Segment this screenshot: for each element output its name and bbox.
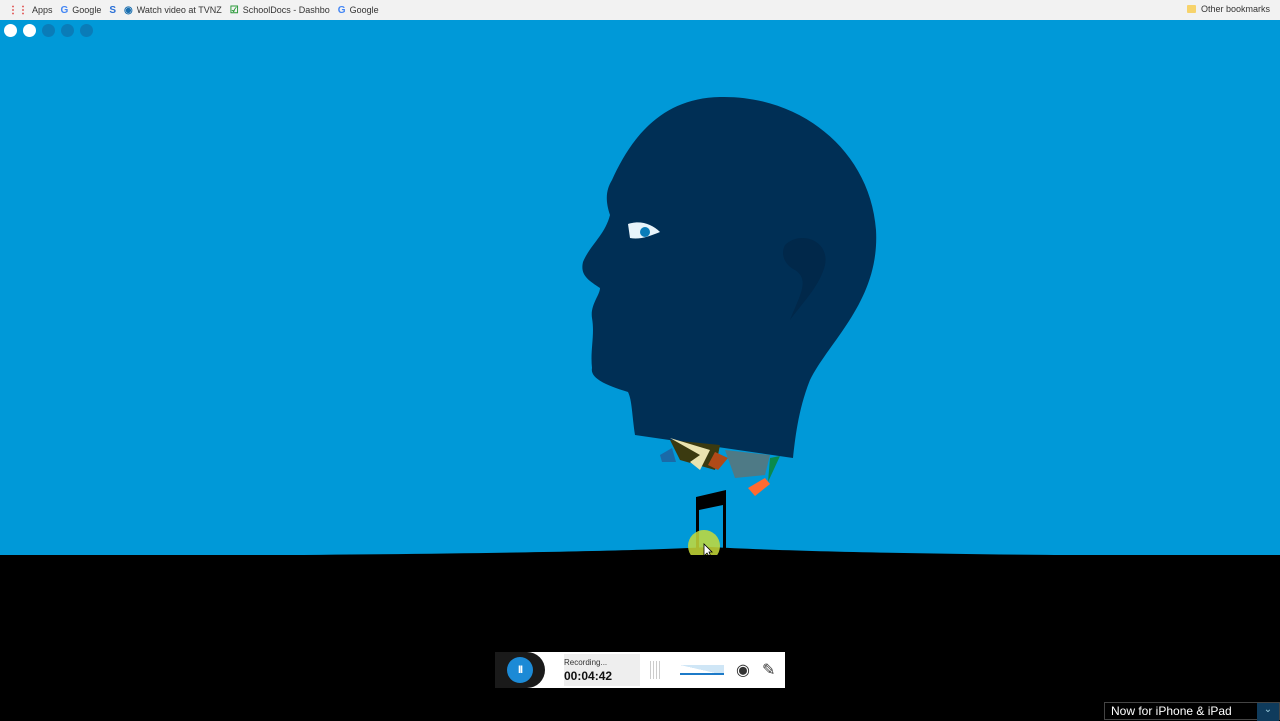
webcam-icon[interactable]: ◉ [736,660,750,680]
pause-icon: II [517,664,523,676]
neck-debris-7 [768,456,780,482]
recording-time: 00:04:42 [564,669,613,683]
audio-level-meter [650,661,662,679]
neck-debris-6 [748,478,770,496]
promo-label: Now for iPhone & iPad [1111,704,1232,718]
pause-button[interactable]: II [507,657,533,683]
neck-debris-5 [660,448,676,462]
recording-status: Recording... 00:04:42 [564,654,640,686]
pencil-icon[interactable]: ✎ [762,660,775,680]
recorder-toolbar: II Recording... 00:04:42 ◉ ✎ [495,652,785,688]
neck-debris-3 [725,450,770,478]
eye-pupil [640,227,650,237]
pause-button-wrap: II [495,652,545,688]
volume-slider[interactable] [680,665,724,675]
promo-banner[interactable]: Now for iPhone & iPad ⌄ [1104,702,1280,721]
ground [0,555,1280,720]
recording-label: Recording... [564,658,608,667]
chevron-down-icon[interactable]: ⌄ [1257,703,1279,721]
head-silhouette [582,96,877,458]
